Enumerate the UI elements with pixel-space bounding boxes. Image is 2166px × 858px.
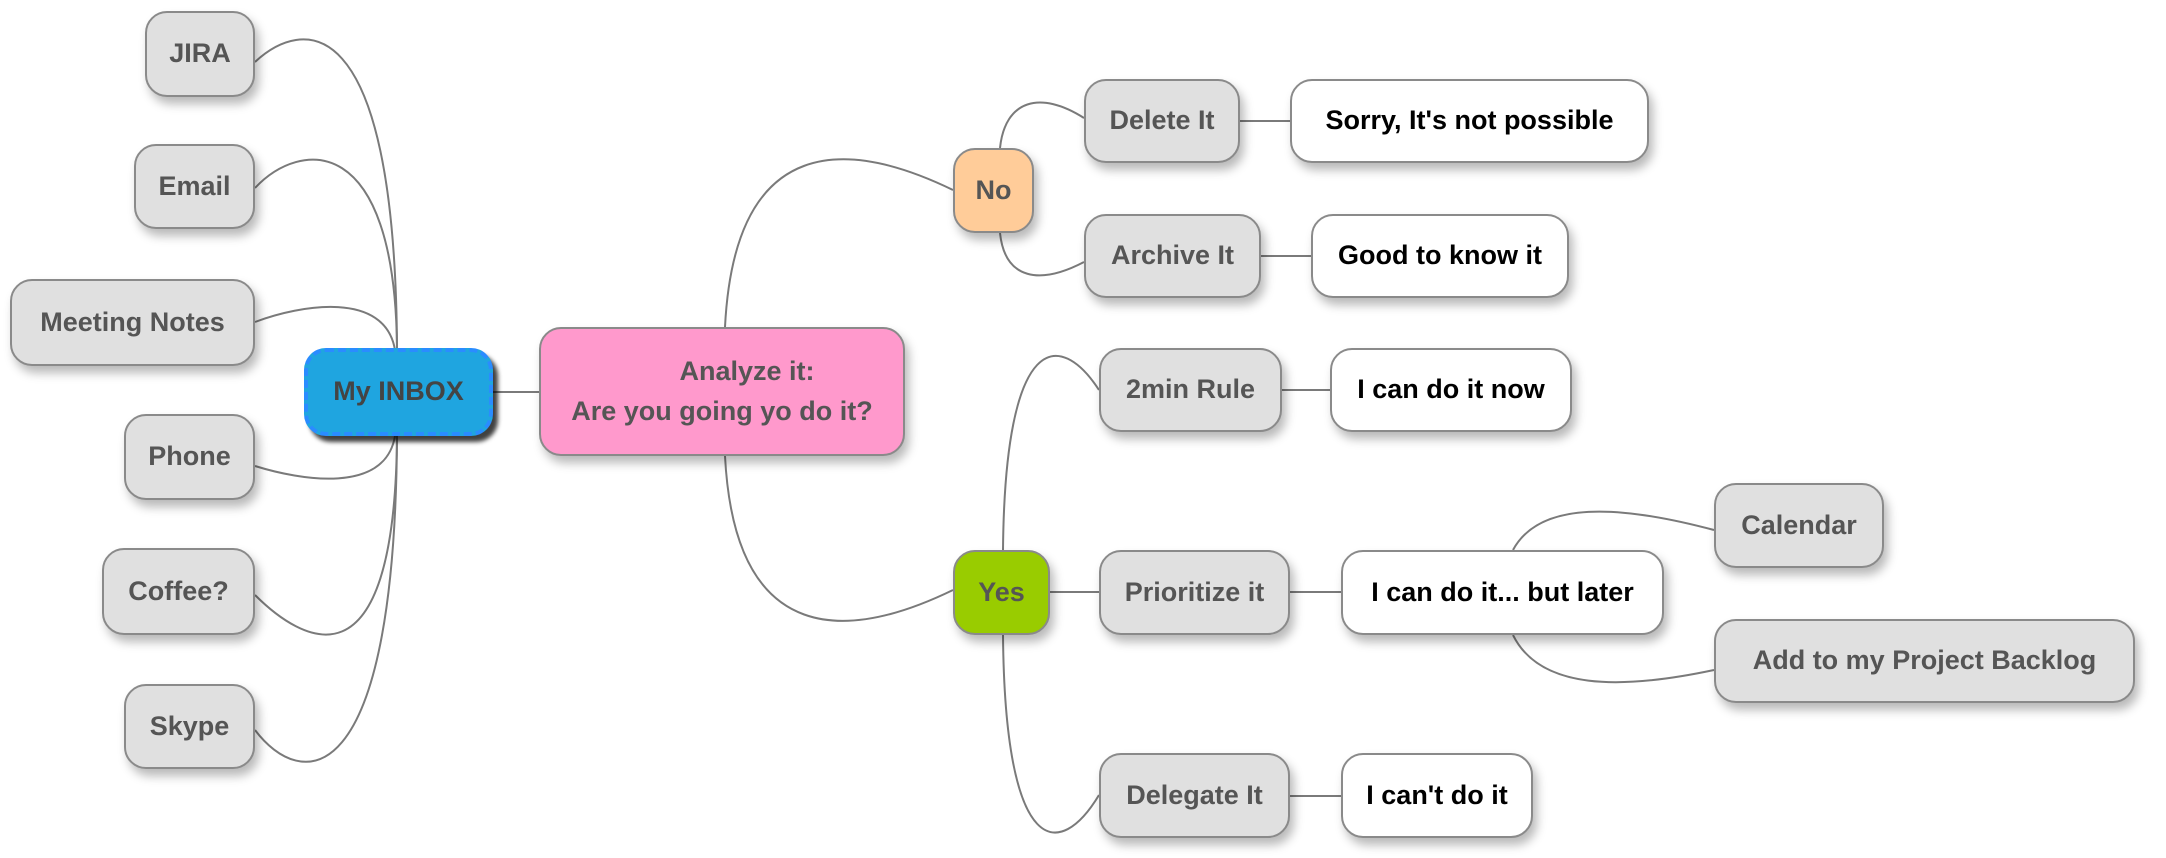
node-skype[interactable]: Skype xyxy=(124,684,255,769)
node-do-it-later[interactable]: I can do it... but later xyxy=(1341,550,1664,635)
edge-yes-delegate xyxy=(1002,634,1100,834)
edge-analyze-no xyxy=(724,158,954,328)
node-no[interactable]: No xyxy=(953,148,1034,233)
analyze-line-1: Analyze it: xyxy=(679,356,815,387)
node-analyze[interactable]: Analyze it: Are you going yo do it? xyxy=(539,327,905,456)
edge-coffee xyxy=(254,435,398,636)
node-prioritize-it[interactable]: Prioritize it xyxy=(1099,550,1290,635)
edge-skype xyxy=(254,435,398,763)
analyze-line-2: Are you going yo do it? xyxy=(571,395,873,426)
edge-phone xyxy=(254,435,396,480)
node-my-inbox[interactable]: My INBOX xyxy=(304,348,493,436)
edge-email xyxy=(254,158,398,349)
edge-no-archive xyxy=(999,232,1085,277)
node-calendar[interactable]: Calendar xyxy=(1714,483,1884,568)
node-2min-rule[interactable]: 2min Rule xyxy=(1099,348,1282,432)
node-jira[interactable]: JIRA xyxy=(145,11,255,97)
node-meeting-notes[interactable]: Meeting Notes xyxy=(10,279,255,366)
node-sorry-not-possible[interactable]: Sorry, It's not possible xyxy=(1290,79,1649,163)
edge-analyze-yes xyxy=(724,455,954,622)
node-delegate-it[interactable]: Delegate It xyxy=(1099,753,1290,838)
node-good-to-know[interactable]: Good to know it xyxy=(1311,214,1569,298)
node-delete-it[interactable]: Delete It xyxy=(1084,79,1240,163)
edge-later-backlog xyxy=(1512,634,1715,684)
node-cant-do-it[interactable]: I can't do it xyxy=(1341,753,1533,838)
edge-yes-rule xyxy=(1002,355,1100,551)
node-email[interactable]: Email xyxy=(134,144,255,229)
node-yes[interactable]: Yes xyxy=(953,550,1050,635)
edge-jira xyxy=(254,38,398,349)
edge-later-calendar xyxy=(1512,510,1715,551)
node-do-it-now[interactable]: I can do it now xyxy=(1330,348,1572,432)
node-archive-it[interactable]: Archive It xyxy=(1084,214,1261,298)
node-coffee[interactable]: Coffee? xyxy=(102,548,255,635)
edge-no-delete xyxy=(999,101,1085,149)
node-phone[interactable]: Phone xyxy=(124,414,255,500)
edge-meeting-notes xyxy=(254,305,396,351)
node-project-backlog[interactable]: Add to my Project Backlog xyxy=(1714,619,2135,703)
